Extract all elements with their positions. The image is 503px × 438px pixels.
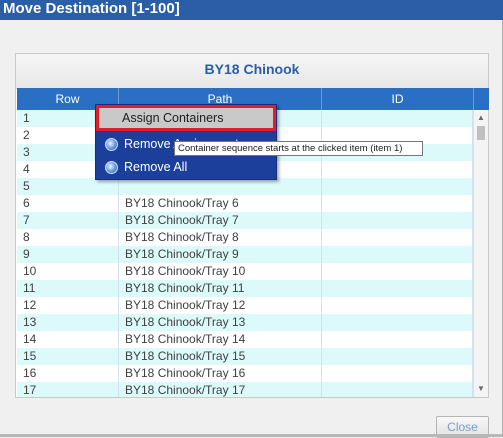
menu-item-remove-all[interactable]: Remove All xyxy=(98,156,274,178)
cell-row: 6 xyxy=(17,195,119,212)
table-row[interactable]: 5 xyxy=(17,178,473,195)
cell-path: BY18 Chinook/Tray 6 xyxy=(119,195,322,212)
cell-path: BY18 Chinook/Tray 11 xyxy=(119,280,322,297)
cell-id xyxy=(322,331,473,348)
cell-path: BY18 Chinook/Tray 12 xyxy=(119,297,322,314)
cell-id xyxy=(322,229,473,246)
scroll-up-icon[interactable]: ▲ xyxy=(474,112,488,124)
cell-row: 10 xyxy=(17,263,119,280)
cell-path: BY18 Chinook/Tray 9 xyxy=(119,246,322,263)
table-row[interactable]: 13 BY18 Chinook/Tray 13 xyxy=(17,314,473,331)
grid-caption: BY18 Chinook xyxy=(16,54,488,89)
cell-id xyxy=(322,382,473,397)
cell-path: BY18 Chinook/Tray 17 xyxy=(119,382,322,397)
table-row[interactable]: 16 BY18 Chinook/Tray 16 xyxy=(17,365,473,382)
cell-id xyxy=(322,365,473,382)
cell-row: 11 xyxy=(17,280,119,297)
magnifier-icon xyxy=(105,161,118,174)
column-header-id[interactable]: ID xyxy=(322,88,474,110)
table-row[interactable]: 7 BY18 Chinook/Tray 7 xyxy=(17,212,473,229)
cell-row: 8 xyxy=(17,229,119,246)
cell-path: BY18 Chinook/Tray 10 xyxy=(119,263,322,280)
cell-id xyxy=(322,280,473,297)
table-row[interactable]: 6 BY18 Chinook/Tray 6 xyxy=(17,195,473,212)
cell-id xyxy=(322,110,473,127)
cell-row: 9 xyxy=(17,246,119,263)
cell-path: BY18 Chinook/Tray 16 xyxy=(119,365,322,382)
menu-item-assign-containers[interactable]: Assign Containers xyxy=(96,105,276,131)
cell-id xyxy=(322,314,473,331)
cell-path xyxy=(119,178,322,195)
cell-id xyxy=(322,297,473,314)
menu-item-label: Assign Containers xyxy=(122,111,224,125)
table-row[interactable]: 12 BY18 Chinook/Tray 12 xyxy=(17,297,473,314)
cell-row: 16 xyxy=(17,365,119,382)
dialog-title: Move Destination [1-100] xyxy=(0,0,503,20)
cell-path: BY18 Chinook/Tray 8 xyxy=(119,229,322,246)
cell-row: 7 xyxy=(17,212,119,229)
cell-id xyxy=(322,212,473,229)
table-row[interactable]: 14 BY18 Chinook/Tray 14 xyxy=(17,331,473,348)
cell-row: 12 xyxy=(17,297,119,314)
cell-path: BY18 Chinook/Tray 15 xyxy=(119,348,322,365)
cell-id xyxy=(322,263,473,280)
table-row[interactable]: 17 BY18 Chinook/Tray 17 xyxy=(17,382,473,397)
vertical-scrollbar[interactable]: ▲ ▼ xyxy=(473,110,488,397)
cell-id xyxy=(322,195,473,212)
table-row[interactable]: 15 BY18 Chinook/Tray 15 xyxy=(17,348,473,365)
table-row[interactable]: 11 BY18 Chinook/Tray 11 xyxy=(17,280,473,297)
cell-row: 5 xyxy=(17,178,119,195)
table-row[interactable]: 10 BY18 Chinook/Tray 10 xyxy=(17,263,473,280)
cell-row: 17 xyxy=(17,382,119,397)
cell-row: 13 xyxy=(17,314,119,331)
scroll-down-icon[interactable]: ▼ xyxy=(474,383,488,395)
cell-id xyxy=(322,161,473,178)
cell-id xyxy=(322,348,473,365)
cell-id xyxy=(322,178,473,195)
cell-row: 15 xyxy=(17,348,119,365)
cell-path: BY18 Chinook/Tray 13 xyxy=(119,314,322,331)
dialog-body: BY18 Chinook Row Path ID 1BY18 Chinook/T… xyxy=(0,20,503,438)
tooltip: Container sequence starts at the clicked… xyxy=(174,141,423,156)
cell-row: 14 xyxy=(17,331,119,348)
cell-path: BY18 Chinook/Tray 14 xyxy=(119,331,322,348)
cell-id xyxy=(322,246,473,263)
cell-path: BY18 Chinook/Tray 7 xyxy=(119,212,322,229)
table-row[interactable]: 8 BY18 Chinook/Tray 8 xyxy=(17,229,473,246)
scroll-thumb[interactable] xyxy=(477,126,485,140)
table-row[interactable]: 9 BY18 Chinook/Tray 9 xyxy=(17,246,473,263)
menu-item-label: Remove All xyxy=(124,160,188,174)
magnifier-icon xyxy=(105,138,118,151)
